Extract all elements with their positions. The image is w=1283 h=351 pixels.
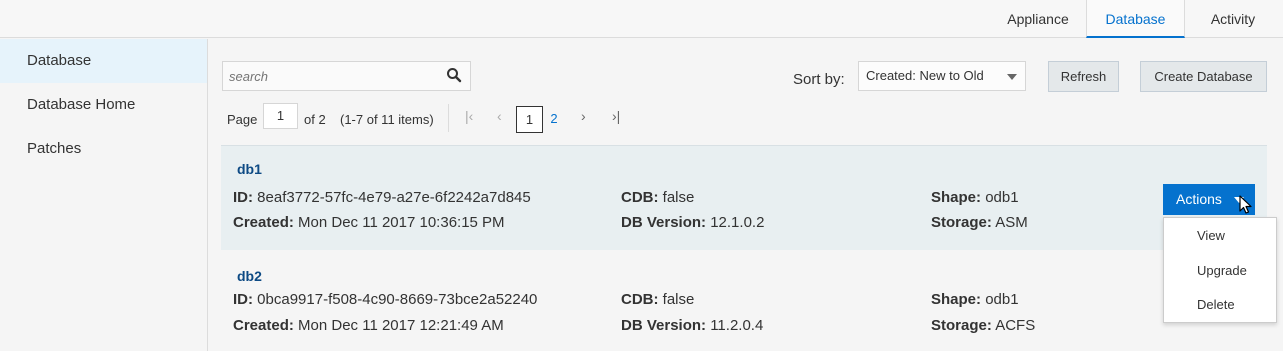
database-shape: Shape: odb1 <box>931 189 1019 206</box>
sidebar-item-database[interactable]: Database <box>0 39 207 83</box>
page-label: Page <box>227 112 258 127</box>
database-card-db2[interactable]: db2 ID: 0bca9917-f508-4c90-8669-73bce2a5… <box>221 250 1267 351</box>
tab-database[interactable]: Database <box>1086 0 1185 38</box>
database-version: DB Version: 12.1.0.2 <box>621 214 765 231</box>
sidebar-item-database-home[interactable]: Database Home <box>0 83 207 127</box>
last-page-icon[interactable]: ›| <box>612 108 620 124</box>
top-nav: Appliance Database Activity <box>0 0 1283 38</box>
database-card-db1[interactable]: db1 ID: 8eaf3772-57fc-4e79-a27e-6f2242a7… <box>221 145 1267 250</box>
database-name-link[interactable]: db1 <box>237 161 262 177</box>
search-icon[interactable] <box>446 67 462 83</box>
items-range: (1-7 of 11 items) <box>340 112 434 127</box>
page-1-button[interactable]: 1 <box>516 106 543 133</box>
create-database-button[interactable]: Create Database <box>1140 61 1267 92</box>
database-cdb: CDB: false <box>621 189 695 206</box>
actions-label: Actions <box>1176 191 1222 207</box>
menu-item-upgrade[interactable]: Upgrade <box>1164 254 1276 288</box>
database-id: ID: 0bca9917-f508-4c90-8669-73bce2a52240 <box>233 291 538 308</box>
tab-appliance[interactable]: Appliance <box>990 0 1086 38</box>
database-created: Created: Mon Dec 11 2017 10:36:15 PM <box>233 214 505 231</box>
database-cdb: CDB: false <box>621 291 695 308</box>
next-page-icon[interactable]: › <box>581 108 586 124</box>
database-shape: Shape: odb1 <box>931 291 1019 308</box>
sort-value: Created: New to Old <box>866 68 984 83</box>
pager-divider <box>448 104 449 132</box>
page-2-link[interactable]: 2 <box>546 106 562 133</box>
page-input[interactable]: 1 <box>263 103 298 129</box>
database-storage: Storage: ACFS <box>931 317 1036 334</box>
menu-item-delete[interactable]: Delete <box>1164 288 1276 322</box>
database-version: DB Version: 11.2.0.4 <box>621 317 764 334</box>
sidebar: Database Database Home Patches <box>0 39 208 351</box>
menu-item-view[interactable]: View <box>1164 219 1276 253</box>
sort-select[interactable]: Created: New to Old <box>858 61 1026 91</box>
search-box[interactable] <box>222 61 471 91</box>
search-input[interactable] <box>229 66 439 86</box>
actions-menu: View Upgrade Delete <box>1163 217 1277 323</box>
first-page-icon[interactable]: |‹ <box>465 108 473 124</box>
sidebar-item-patches[interactable]: Patches <box>0 127 207 171</box>
database-name-link[interactable]: db2 <box>237 268 262 284</box>
mouse-pointer-icon <box>1239 195 1252 214</box>
database-storage: Storage: ASM <box>931 214 1028 231</box>
page-count: of 2 <box>304 112 326 127</box>
refresh-button[interactable]: Refresh <box>1048 61 1119 92</box>
tab-activity[interactable]: Activity <box>1185 0 1281 38</box>
prev-page-icon[interactable]: ‹ <box>497 108 502 124</box>
database-created: Created: Mon Dec 11 2017 12:21:49 AM <box>233 317 504 334</box>
database-id: ID: 8eaf3772-57fc-4e79-a27e-6f2242a7d845 <box>233 189 531 206</box>
chevron-down-icon <box>1007 74 1017 80</box>
sort-label: Sort by: <box>793 71 845 88</box>
